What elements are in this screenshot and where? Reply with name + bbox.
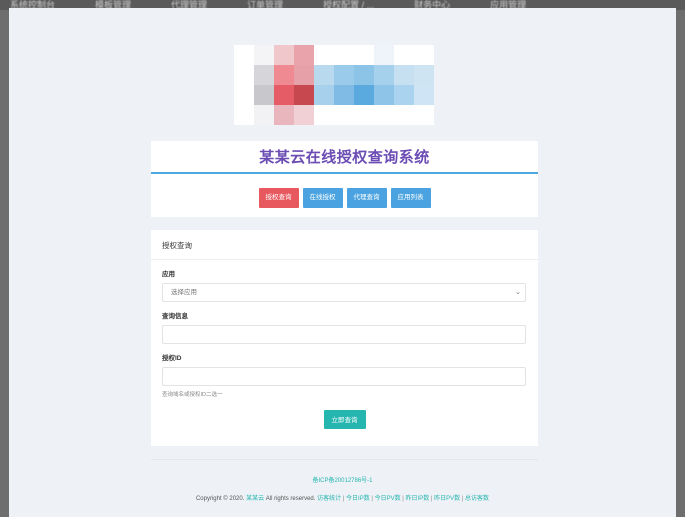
logo-pixel <box>294 85 314 105</box>
separator: | <box>342 496 345 502</box>
logo-pixel <box>414 45 434 65</box>
logo-row <box>234 85 439 105</box>
logo-pixel <box>374 65 394 85</box>
page: 某某云在线授权查询系统 授权查询 在线授权 代理查询 应用列表 授权查询 应用 … <box>9 8 676 517</box>
icp-link[interactable]: 备ICP备20012786号-1 <box>9 475 676 484</box>
app-field: 应用 选择应用 ⌄ <box>162 268 527 302</box>
license-id-input[interactable] <box>162 367 526 386</box>
logo-pixel <box>394 85 414 105</box>
background-right-edge <box>676 10 685 517</box>
logo-pixel <box>334 45 354 65</box>
logo-pixel <box>394 105 414 125</box>
nav-button-agent-query[interactable]: 代理查询 <box>346 188 387 208</box>
title-underline <box>151 172 538 174</box>
query-hint: 查询域名或授权ID二选一 <box>162 392 223 398</box>
logo-pixel <box>254 45 274 65</box>
footer-link-total-visitors[interactable]: 总访客数 <box>465 496 489 502</box>
footer-link-visitor-stats[interactable]: 访客统计 <box>317 496 341 502</box>
separator: | <box>371 496 373 502</box>
logo-pixel <box>354 65 374 85</box>
logo-pixel <box>314 85 334 105</box>
footer-link-yesterday-pv[interactable]: 昨日PV数 <box>434 496 460 502</box>
logo-pixel <box>294 65 314 85</box>
logo-pixel <box>374 45 394 65</box>
brand-link[interactable]: 某某云 <box>246 496 264 502</box>
app-select-value: 选择应用 <box>171 289 197 296</box>
logo-pixel <box>314 45 334 65</box>
logo-pixel <box>374 85 394 105</box>
separator: | <box>430 496 433 502</box>
header-card: 某某云在线授权查询系统 授权查询 在线授权 代理查询 应用列表 <box>151 141 538 217</box>
logo-pixel <box>274 65 294 85</box>
logo-pixel <box>414 65 434 85</box>
license-id-field: 授权ID <box>162 352 527 386</box>
copyright-line: Copyright © 2020. 某某云 All rights reserve… <box>9 493 676 502</box>
logo-row <box>234 65 439 85</box>
nav-buttons: 授权查询 在线授权 代理查询 应用列表 <box>151 188 538 208</box>
logo-pixel <box>334 105 354 125</box>
logo-pixel <box>294 105 314 125</box>
page-title: 某某云在线授权查询系统 <box>259 149 430 166</box>
separator: | <box>461 496 464 502</box>
nav-button-license-query[interactable]: 授权查询 <box>258 188 299 208</box>
logo-pixel <box>294 45 314 65</box>
nav-button-online-license[interactable]: 在线授权 <box>302 188 343 208</box>
logo-pixel <box>254 65 274 85</box>
app-label: 应用 <box>162 271 175 278</box>
logo-pixel <box>274 45 294 65</box>
footer-divider <box>151 459 538 460</box>
logo-pixel <box>354 105 374 125</box>
site-logo-pixelated <box>234 45 439 127</box>
form-heading: 授权查询 <box>151 230 538 260</box>
submit-query-button[interactable]: 立即查询 <box>323 409 366 429</box>
separator: | <box>402 496 404 502</box>
footer-link-today-pv[interactable]: 今日PV数 <box>375 496 401 502</box>
app-select[interactable]: 选择应用 ⌄ <box>162 283 526 302</box>
logo-pixel <box>334 65 354 85</box>
logo-pixel <box>354 85 374 105</box>
logo-row <box>234 105 439 125</box>
nav-button-app-list[interactable]: 应用列表 <box>390 188 431 208</box>
license-id-label: 授权ID <box>162 355 182 362</box>
logo-pixel <box>234 65 254 85</box>
footer-link-yesterday-ip[interactable]: 昨日IP数 <box>406 496 430 502</box>
logo-row <box>234 45 439 65</box>
logo-pixel <box>394 65 414 85</box>
logo-pixel <box>354 45 374 65</box>
logo-pixel <box>274 85 294 105</box>
background-left-edge <box>0 10 9 517</box>
logo-pixel <box>394 45 414 65</box>
chevron-down-icon: ⌄ <box>515 289 521 296</box>
query-input[interactable] <box>162 325 526 344</box>
rights-text: All rights reserved. <box>265 496 316 502</box>
logo-pixel <box>334 85 354 105</box>
logo-pixel <box>254 105 274 125</box>
logo-pixel <box>314 65 334 85</box>
footer-link-today-ip[interactable]: 今日IP数 <box>346 496 370 502</box>
logo-pixel <box>254 85 274 105</box>
query-label: 查询信息 <box>162 313 188 320</box>
logo-pixel <box>234 85 254 105</box>
logo-pixel <box>274 105 294 125</box>
logo-pixel <box>234 45 254 65</box>
query-field: 查询信息 <box>162 310 527 344</box>
logo-pixel <box>374 105 394 125</box>
logo-pixel <box>414 85 434 105</box>
copyright-prefix: Copyright © 2020. <box>195 496 245 502</box>
query-form-card: 授权查询 应用 选择应用 ⌄ 查询信息 授权ID 查询域名或授权ID二选一 立即… <box>151 230 538 446</box>
logo-pixel <box>234 105 254 125</box>
logo-pixel <box>314 105 334 125</box>
logo-pixel <box>414 105 434 125</box>
